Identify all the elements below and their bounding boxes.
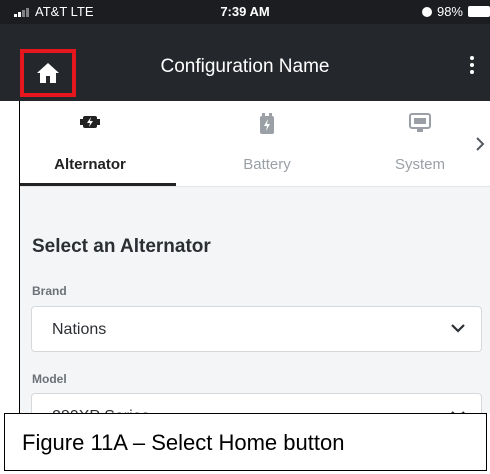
alternator-icon [80, 116, 100, 128]
brand-value: Nations [52, 321, 107, 338]
tab-battery[interactable]: Battery [197, 101, 337, 186]
tab-alternator-label: Alternator [54, 156, 126, 173]
tab-system[interactable]: System [350, 101, 490, 186]
home-button[interactable] [20, 49, 76, 97]
alarm-icon [421, 6, 432, 17]
config-tabs: Alternator Battery System [0, 101, 490, 186]
status-battery-percent: 98% [436, 4, 463, 19]
system-monitor-icon [409, 113, 431, 132]
tab-battery-label: Battery [243, 156, 291, 173]
chevron-right-icon[interactable] [472, 134, 488, 154]
status-bar: AT&T LTE 7:39 AM 98% [0, 0, 490, 24]
form-panel [20, 186, 490, 413]
home-icon [37, 63, 59, 83]
tab-alternator[interactable]: Alternator [20, 101, 160, 186]
model-label: Model [32, 372, 67, 386]
section-title: Select an Alternator [32, 236, 211, 257]
status-time: 7:39 AM [220, 4, 270, 19]
chevron-down-icon [451, 324, 465, 333]
battery-level-icon [468, 6, 490, 17]
more-options-button[interactable] [458, 50, 486, 80]
figure-caption-text: Figure 11A – Select Home button [22, 430, 345, 455]
brand-select[interactable]: Nations [31, 306, 482, 352]
tab-system-label: System [394, 156, 445, 173]
brand-label: Brand [32, 284, 67, 298]
battery-icon [260, 113, 274, 134]
more-vertical-icon [470, 56, 474, 60]
figure-caption: Figure 11A – Select Home button [4, 413, 487, 471]
status-battery-group: 98% [421, 4, 490, 19]
